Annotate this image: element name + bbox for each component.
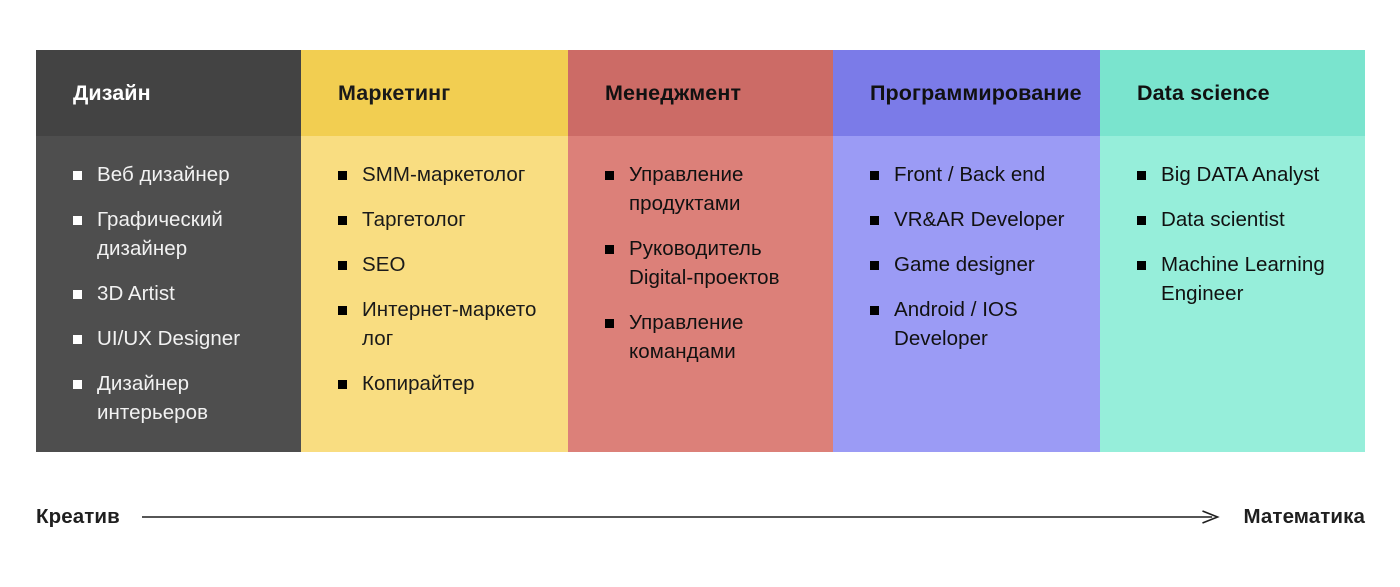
square-bullet-icon	[870, 306, 879, 315]
square-bullet-icon	[338, 216, 347, 225]
square-bullet-icon	[338, 306, 347, 315]
role-list: SMM-маркетолог Таргетолог SEO Интернет-марк…	[338, 160, 556, 398]
column-header: Дизайн	[36, 50, 301, 136]
square-bullet-icon	[1137, 171, 1146, 180]
list-item-label: Управление командами	[629, 311, 744, 363]
list-item: Веб дизайнер	[73, 160, 289, 189]
list-item-label: Дизайнер интерьеров	[97, 372, 209, 424]
column-title: Программирование	[870, 80, 1082, 105]
list-item-label: Android / IOS Developer	[894, 298, 1018, 350]
square-bullet-icon	[73, 171, 82, 180]
axis-arrow-icon	[142, 507, 1220, 527]
column-body: SMM-маркетолог Таргетолог SEO Интернет-марк…	[301, 136, 568, 452]
list-item-label: Управление продуктами	[629, 163, 744, 215]
matrix-column: Менеджмент Управление продуктами Руководит…	[568, 50, 833, 452]
role-list: Big DATA Analyst Data scientist Machine Le…	[1137, 160, 1353, 308]
column-title: Менеджмент	[605, 80, 742, 105]
square-bullet-icon	[605, 171, 614, 180]
list-item: Game designer	[870, 250, 1088, 279]
list-item: SEO	[338, 250, 556, 279]
list-item: SMM-маркетолог	[338, 160, 556, 189]
matrix-column: Программирование Front / Back end VR&AR De…	[833, 50, 1100, 452]
list-item-label: Веб дизайнер	[97, 163, 230, 186]
column-header: Data science	[1100, 50, 1365, 136]
matrix-column: Дизайн Веб дизайнер Графический дизайнер 3D…	[36, 50, 301, 452]
square-bullet-icon	[1137, 261, 1146, 270]
column-title: Маркетинг	[338, 80, 451, 105]
matrix-column: Маркетинг SMM-маркетолог Таргетолог SEO Инте…	[301, 50, 568, 452]
square-bullet-icon	[605, 319, 614, 328]
list-item: 3D Artist	[73, 279, 289, 308]
column-body: Веб дизайнер Графический дизайнер 3D Artis…	[36, 136, 301, 452]
column-header: Маркетинг	[301, 50, 568, 136]
list-item-label: Таргетолог	[362, 208, 466, 231]
list-item-label: Game designer	[894, 253, 1035, 276]
list-item: VR&AR Developer	[870, 205, 1088, 234]
list-item-label: SEO	[362, 253, 406, 276]
square-bullet-icon	[338, 380, 347, 389]
role-list: Управление продуктами Руководитель Digita…	[605, 160, 821, 366]
list-item: Таргетолог	[338, 205, 556, 234]
list-item: Управление командами	[605, 308, 821, 366]
list-item: Big DATA Analyst	[1137, 160, 1353, 189]
column-header: Менеджмент	[568, 50, 833, 136]
axis-label-mathematics: Математика	[1243, 505, 1365, 528]
list-item-label: Big DATA Analyst	[1161, 163, 1320, 186]
square-bullet-icon	[870, 261, 879, 270]
square-bullet-icon	[338, 261, 347, 270]
matrix-column: Data science Big DATA Analyst Data scienti…	[1100, 50, 1365, 452]
square-bullet-icon	[73, 335, 82, 344]
square-bullet-icon	[870, 216, 879, 225]
column-title: Дизайн	[73, 80, 151, 105]
column-body: Big DATA Analyst Data scientist Machine Le…	[1100, 136, 1365, 452]
list-item: Интернет-маркето лог	[338, 295, 556, 353]
list-item-label: Front / Back end	[894, 163, 1046, 186]
column-header: Программирование	[833, 50, 1100, 136]
square-bullet-icon	[605, 245, 614, 254]
column-title: Data science	[1137, 80, 1270, 105]
list-item: Data scientist	[1137, 205, 1353, 234]
square-bullet-icon	[870, 171, 879, 180]
career-matrix-table: Дизайн Веб дизайнер Графический дизайнер 3D…	[36, 50, 1365, 452]
spectrum-axis: Креатив Математика	[36, 500, 1365, 534]
list-item-label: SMM-маркетолог	[362, 163, 526, 186]
list-item-label: Руководитель Digital-проектов	[629, 237, 780, 289]
list-item-label: Data scientist	[1161, 208, 1285, 231]
list-item: Machine Learning Engineer	[1137, 250, 1353, 308]
axis-label-creative: Креатив	[36, 505, 120, 528]
list-item-label: UI/UX Designer	[97, 327, 241, 350]
column-body: Управление продуктами Руководитель Digita…	[568, 136, 833, 452]
square-bullet-icon	[73, 216, 82, 225]
list-item-label: VR&AR Developer	[894, 208, 1065, 231]
role-list: Веб дизайнер Графический дизайнер 3D Artis…	[73, 160, 289, 427]
list-item: Android / IOS Developer	[870, 295, 1088, 353]
square-bullet-icon	[338, 171, 347, 180]
list-item-label: Копирайтер	[362, 372, 475, 395]
list-item-label: Machine Learning Engineer	[1161, 253, 1325, 305]
list-item: UI/UX Designer	[73, 324, 289, 353]
list-item: Дизайнер интерьеров	[73, 369, 289, 427]
career-matrix-page: Дизайн Веб дизайнер Графический дизайнер 3D…	[0, 0, 1400, 587]
role-list: Front / Back end VR&AR Developer Game desi…	[870, 160, 1088, 353]
list-item-label: Интернет-маркето лог	[362, 298, 537, 350]
list-item: Front / Back end	[870, 160, 1088, 189]
square-bullet-icon	[73, 380, 82, 389]
list-item-label: 3D Artist	[97, 282, 175, 305]
list-item: Графический дизайнер	[73, 205, 289, 263]
column-body: Front / Back end VR&AR Developer Game desi…	[833, 136, 1100, 452]
list-item: Управление продуктами	[605, 160, 821, 218]
list-item: Копирайтер	[338, 369, 556, 398]
list-item: Руководитель Digital-проектов	[605, 234, 821, 292]
square-bullet-icon	[73, 290, 82, 299]
square-bullet-icon	[1137, 216, 1146, 225]
list-item-label: Графический дизайнер	[97, 208, 223, 260]
